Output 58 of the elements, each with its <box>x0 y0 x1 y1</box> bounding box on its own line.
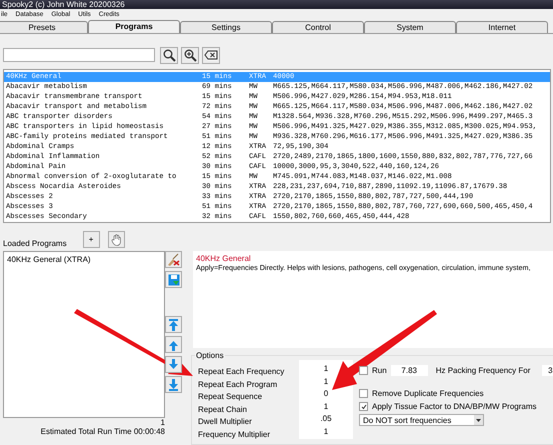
down-arrow-icon <box>168 378 179 390</box>
option-values-field[interactable]: 1 1 0 1 .05 1 <box>299 360 353 439</box>
packing-frequency-label: Hz Packing Frequency For <box>436 366 530 375</box>
sort-dropdown[interactable]: Do NOT sort frequencies <box>359 414 484 426</box>
clear-button[interactable] <box>202 46 220 64</box>
dropdown-icon <box>474 415 483 425</box>
move-down-button[interactable] <box>165 356 182 373</box>
add-button[interactable]: + <box>82 231 100 248</box>
checkbox[interactable] <box>359 389 368 398</box>
zoom-in-icon <box>184 48 196 62</box>
up-arrow-icon <box>168 338 179 350</box>
backspace-icon <box>204 50 218 60</box>
hand-button[interactable] <box>108 231 125 248</box>
loaded-program-item[interactable]: 40KHz General (XTRA) <box>7 255 161 264</box>
option-label: Repeat Sequence <box>198 391 264 403</box>
move-up-button[interactable] <box>165 336 182 353</box>
move-top-button[interactable] <box>165 316 182 333</box>
move-bottom-button[interactable] <box>165 376 182 393</box>
checkbox[interactable] <box>359 402 368 411</box>
option-value: 1 <box>322 400 330 412</box>
checkbox[interactable] <box>359 366 368 375</box>
option-label: Repeat Chain <box>198 404 248 416</box>
broom-delete-icon <box>167 253 180 266</box>
zoom-button[interactable] <box>181 46 199 64</box>
option-label: Dwell Multiplier <box>198 416 253 428</box>
option-label: Repeat Each Frequency <box>198 366 286 378</box>
option-value: 1 <box>322 363 330 375</box>
save-button[interactable] <box>165 271 182 288</box>
tab[interactable]: Presets <box>0 21 88 33</box>
program-count: 1 <box>160 419 165 427</box>
tab[interactable]: Internet <box>456 21 548 33</box>
tab[interactable]: Programs <box>88 20 180 33</box>
loaded-programs-label: Loaded Programs <box>3 239 67 248</box>
down-arrow-icon <box>168 358 179 370</box>
estimated-run-time: Estimated Total Run Time 00:00:48 <box>40 427 165 436</box>
option-value: 1 <box>322 426 330 438</box>
tab[interactable]: System <box>364 21 456 33</box>
window-title: Spooky2 (c) John White 20200326 <box>2 0 125 9</box>
packing-frequency-field[interactable]: 7.83 <box>390 365 428 376</box>
packing-count-field[interactable]: 3 <box>542 365 553 376</box>
search-button[interactable] <box>160 46 178 64</box>
option-label: Repeat Each Program <box>198 378 278 391</box>
search-icon <box>162 48 176 62</box>
hand-icon <box>110 234 122 246</box>
run-label: Run <box>372 366 387 375</box>
option-value: .05 <box>319 413 333 425</box>
search-field[interactable] <box>3 48 155 62</box>
tab[interactable]: Settings <box>180 21 272 33</box>
options-label: Options <box>195 351 225 360</box>
option-value: 1 <box>322 376 330 388</box>
option-label: Frequency Multiplier <box>198 428 272 441</box>
remove-button[interactable] <box>165 251 182 268</box>
option-value: 0 <box>322 388 330 400</box>
checkbox-label: Remove Duplicate Frequencies <box>372 389 484 398</box>
up-arrow-icon <box>168 318 179 330</box>
tab[interactable]: Control <box>272 21 364 33</box>
checkbox-label: Apply Tissue Factor to DNA/BP/MW Programs <box>372 402 536 411</box>
program-title: 40KHz General <box>196 254 252 263</box>
